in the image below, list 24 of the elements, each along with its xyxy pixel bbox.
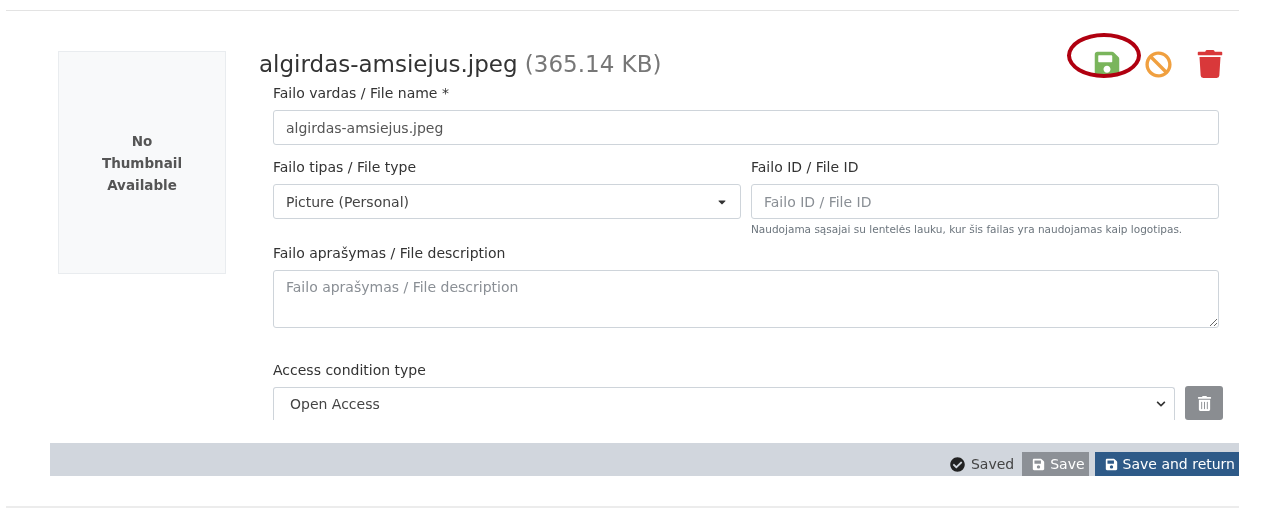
field-label: Failo ID / File ID bbox=[751, 159, 860, 175]
field-hint: Naudojama sąsajai su lentelės lauku, kur šis failas yra naudojamas kaip logotipas. bbox=[751, 223, 1184, 235]
field-label: Access condition type bbox=[273, 362, 427, 378]
cancel-icon bbox=[1145, 50, 1172, 78]
no-thumbnail-text: No Thumbnail Available bbox=[100, 131, 184, 195]
remove-button[interactable] bbox=[1185, 386, 1223, 420]
saved-status: Saved bbox=[970, 455, 1015, 474]
field-label: Failo vardas / File name * bbox=[273, 85, 450, 101]
trash-icon bbox=[1196, 50, 1224, 78]
file-type-select[interactable]: Picture (Personal) bbox=[273, 184, 741, 219]
chevron-icon bbox=[1156, 399, 1166, 409]
check-icon bbox=[949, 457, 965, 472]
access-condition-select[interactable]: Open Access bbox=[273, 387, 1175, 420]
save-icon bbox=[1104, 457, 1118, 471]
trash-icon bbox=[1196, 395, 1212, 411]
save-icon bbox=[1032, 457, 1046, 471]
file-name-field[interactable]: algirdas-amsiejus.jpeg bbox=[273, 110, 1219, 145]
field-label: Failo tipas / File type bbox=[273, 159, 418, 175]
save-and-return-button[interactable]: Save and return bbox=[1094, 452, 1239, 476]
field-label: Failo aprašymas / File description bbox=[273, 245, 507, 261]
delete-button[interactable] bbox=[1196, 50, 1224, 78]
file-id-field[interactable]: Failo ID / File ID bbox=[751, 184, 1219, 219]
description-field[interactable]: Failo aprašymas / File description bbox=[273, 270, 1219, 328]
file-title: algirdas-amsiejus.jpeg (365.14 KB) bbox=[259, 51, 662, 77]
